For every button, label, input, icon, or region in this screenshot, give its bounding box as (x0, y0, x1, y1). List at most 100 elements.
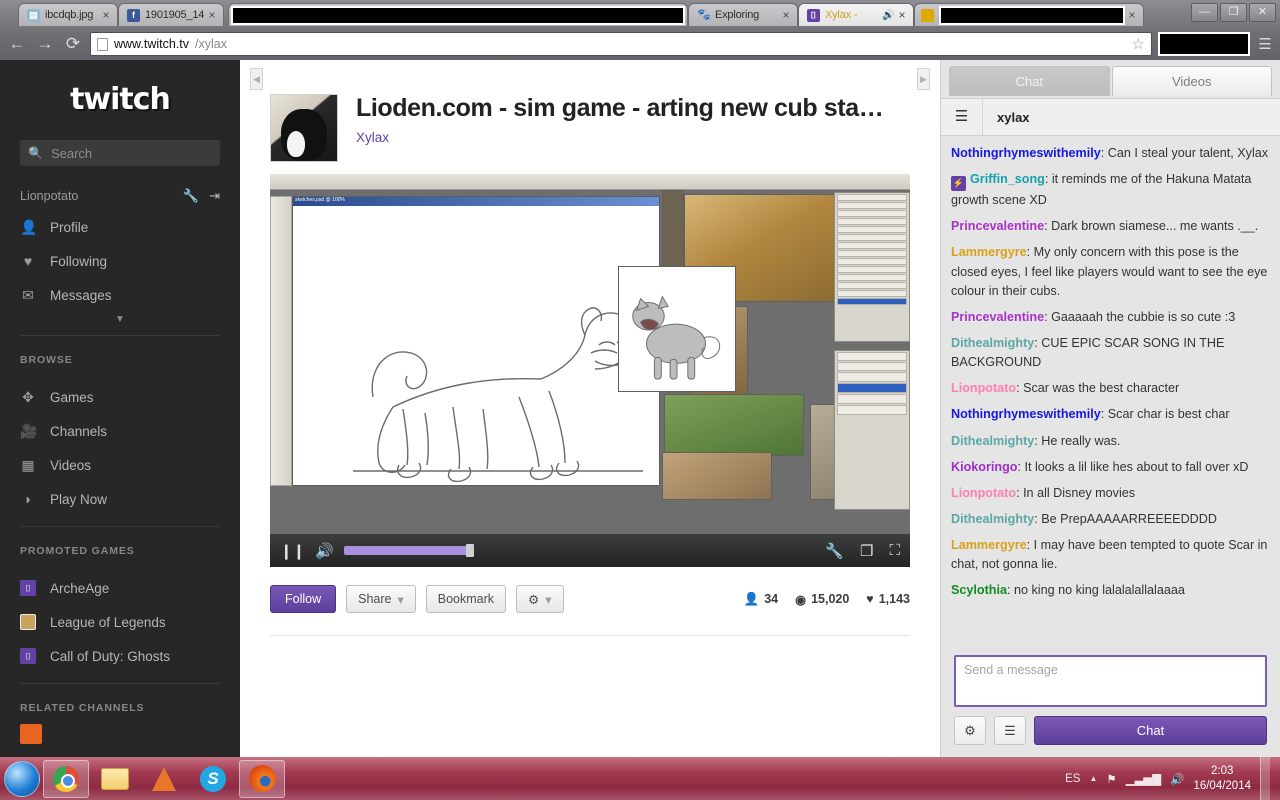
sidebar-item-following[interactable]: ♥ Following (0, 244, 240, 278)
browse-header: BROWSE (20, 354, 73, 366)
chat-username[interactable]: Nothingrhymeswithemily (951, 407, 1101, 421)
close-window-button[interactable]: ✕ (1249, 3, 1276, 22)
list-icon[interactable]: ☰ (994, 716, 1026, 745)
signal-icon[interactable]: ▁▃▅▇ (1126, 772, 1161, 786)
chat-username[interactable]: Dithealmighty (951, 512, 1034, 526)
search-icon: 🔍 (28, 146, 43, 160)
chat-username[interactable]: Lionpotato (951, 381, 1016, 395)
bookmark-star-icon[interactable]: ☆ (1132, 35, 1145, 53)
sidebar-item-label: League of Legends (50, 614, 166, 630)
tab-videos[interactable]: Videos (1111, 66, 1272, 96)
video-player[interactable]: sketches.psd @ 100% ❙❙ 🔊 🔧 ❐ ⛶ (270, 174, 910, 567)
taskbar-item-firefox[interactable] (239, 759, 285, 798)
volume-knob[interactable] (465, 544, 474, 557)
chat-username[interactable]: Dithealmighty (951, 434, 1034, 448)
tray-expand-icon[interactable]: ▲ (1089, 774, 1097, 783)
person-icon: 👤 (20, 218, 38, 235)
sidebar-item-videos[interactable]: ▦ Videos (0, 448, 240, 482)
collapse-left-button[interactable]: ◀ (250, 68, 263, 90)
speaker-icon[interactable]: 🔊 (1170, 772, 1184, 786)
volume-slider[interactable] (343, 544, 474, 557)
search-input[interactable]: 🔍 Search (20, 140, 220, 166)
bookmark-button[interactable]: Bookmark (425, 585, 507, 613)
chat-username[interactable]: Griffin_song (970, 172, 1045, 186)
chat-username[interactable]: Lammergyre (951, 245, 1027, 259)
chat-username[interactable]: Princevalentine (951, 219, 1044, 233)
browser-tab-4-twitch[interactable]: ⌷ Xylax - 🔊 × (798, 3, 914, 26)
pause-button[interactable]: ❙❙ (280, 542, 305, 560)
browser-tab-3[interactable]: 🐾 Exploring × (688, 3, 798, 26)
sidebar-item-call-of-duty-ghosts[interactable]: ⌷ Call of Duty: Ghosts (0, 639, 240, 673)
chat-username[interactable]: Kiokoringo (951, 460, 1017, 474)
close-icon[interactable]: × (779, 8, 793, 22)
minimize-button[interactable]: — (1191, 3, 1218, 22)
tab-chat[interactable]: Chat (949, 66, 1110, 96)
browser-tab-2[interactable] (228, 3, 688, 26)
clock-date: 16/04/2014 (1193, 779, 1251, 792)
sidebar-item-archeage[interactable]: ⌷ ArcheAge (0, 571, 240, 605)
back-icon[interactable]: ← (6, 33, 28, 55)
chat-username[interactable]: Lammergyre (951, 538, 1027, 552)
taskbar-item-chrome[interactable] (43, 759, 89, 798)
related-channel-item[interactable] (0, 722, 240, 746)
share-button[interactable]: Share ▾ (346, 585, 416, 613)
restore-button[interactable]: ❐ (1220, 3, 1247, 22)
chat-username[interactable]: Scylothia (951, 583, 1007, 597)
speaker-icon[interactable]: 🔊 (882, 10, 895, 21)
chat-colon: : (1044, 172, 1052, 187)
start-button[interactable] (4, 760, 40, 797)
chat-username[interactable]: Princevalentine (951, 310, 1044, 324)
stream-settings-button[interactable]: ⚙ ▾ (516, 585, 564, 613)
gamepad-icon: ✥ (22, 388, 34, 405)
viewers-count: 34 (764, 592, 779, 606)
taskbar-item-skype[interactable]: S (190, 760, 236, 798)
sidebar-item-play-now[interactable]: ◗ Play Now (0, 482, 240, 516)
chat-send-button[interactable]: Chat (1034, 716, 1267, 745)
twitch-logo[interactable]: twitch (65, 82, 175, 118)
settings-wrench-icon[interactable]: 🔧 (825, 542, 844, 560)
sidebar-item-league-of-legends[interactable]: League of Legends (0, 605, 240, 639)
browser-tab-0[interactable]: ▤ ibcdqb.jpg × (18, 3, 118, 26)
expand-more-icon[interactable]: ▼ (0, 312, 240, 331)
show-desktop-button[interactable] (1260, 757, 1270, 800)
clock[interactable]: 2:03 16/04/2014 (1193, 764, 1251, 793)
reload-icon[interactable]: ⟳ (62, 33, 84, 55)
language-indicator[interactable]: ES (1065, 773, 1080, 785)
theatre-mode-icon[interactable]: ❐ (860, 542, 873, 560)
taskbar-item-vlc[interactable] (141, 760, 187, 798)
url-bar[interactable]: www.twitch.tv/xylax ☆ (90, 32, 1152, 56)
close-icon[interactable]: × (99, 8, 113, 22)
game-icon (20, 614, 36, 630)
close-icon[interactable]: × (1125, 8, 1139, 22)
menu-icon[interactable]: ☰ (1256, 35, 1274, 53)
chat-username[interactable]: Dithealmighty (951, 336, 1034, 350)
sidebar-item-games[interactable]: ✥ Games (0, 380, 240, 414)
volume-icon[interactable]: 🔊 (315, 542, 334, 560)
account-name[interactable]: Lionpotato (20, 189, 173, 203)
avatar[interactable] (270, 94, 338, 162)
hamburger-icon[interactable]: ☰ (941, 99, 983, 135)
chat-username[interactable]: Nothingrhymeswithemily (951, 146, 1101, 160)
fullscreen-icon[interactable]: ⛶ (889, 542, 900, 560)
close-icon[interactable]: × (205, 8, 219, 22)
channel-link[interactable]: Xylax (356, 130, 883, 145)
browser-chrome: ▤ ibcdqb.jpg × f 1901905_14 × 🐾 Explorin… (0, 0, 1280, 60)
browser-tab-1[interactable]: f 1901905_14 × (118, 3, 224, 26)
wrench-icon[interactable]: 🔧 (183, 188, 199, 204)
taskbar-item-explorer[interactable] (92, 760, 138, 798)
sidebar-item-profile[interactable]: 👤 Profile (0, 210, 240, 244)
forward-icon[interactable]: → (34, 33, 56, 55)
layer-row (837, 362, 907, 371)
follow-button[interactable]: Follow (270, 585, 337, 613)
chat-input[interactable]: Send a message (954, 655, 1267, 707)
logout-icon[interactable]: ⇥ (209, 188, 220, 204)
browser-tab-5[interactable]: × (914, 3, 1144, 26)
close-icon[interactable]: × (895, 8, 909, 22)
collapse-right-button[interactable]: ▶ (917, 68, 930, 90)
chat-username[interactable]: Lionpotato (951, 486, 1016, 500)
flag-icon[interactable]: ⚑ (1106, 772, 1116, 786)
gear-icon[interactable]: ⚙ (954, 716, 986, 745)
tab-title: 1901905_14 (145, 9, 205, 21)
sidebar-item-channels[interactable]: 🎥 Channels (0, 414, 240, 448)
sidebar-item-messages[interactable]: ✉ Messages (0, 278, 240, 312)
